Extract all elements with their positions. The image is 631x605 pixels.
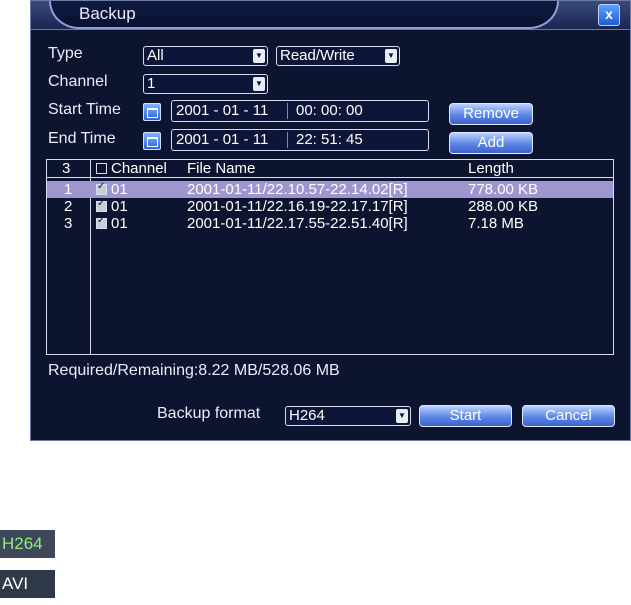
file-table: 3 Channel File Name Length 1 01 2001-01-…	[46, 159, 614, 355]
row-channel: 01	[111, 215, 128, 232]
row-file-name: 2001-01-11/22.16.19-22.17.17[R]	[187, 198, 408, 215]
required-remaining-text: Required/Remaining:8.22 MB/528.06 MB	[48, 362, 340, 379]
row-channel: 01	[111, 198, 128, 215]
start-date-value: 2001 - 01 - 11	[176, 102, 269, 119]
type-label: Type	[48, 45, 83, 62]
end-time-field[interactable]: 2001 - 01 - 11 22: 51: 45	[171, 129, 429, 151]
read-write-select[interactable]: Read/Write ▼	[276, 46, 400, 66]
end-date-value: 2001 - 01 - 11	[176, 131, 269, 148]
read-write-value: Read/Write	[280, 47, 355, 64]
chevron-down-icon: ▼	[253, 49, 265, 63]
chevron-down-icon: ▼	[396, 409, 408, 423]
row-length: 778.00 KB	[468, 181, 539, 198]
row-checkbox[interactable]	[96, 215, 107, 229]
close-button[interactable]: x	[598, 4, 620, 26]
table-row[interactable]: 1 01 2001-01-11/22.10.57-22.14.02[R] 778…	[47, 181, 613, 198]
start-button[interactable]: Start	[419, 405, 512, 427]
add-button[interactable]: Add	[449, 132, 533, 154]
format-option-h264[interactable]: H264	[0, 530, 55, 558]
chevron-down-icon: ▼	[385, 49, 397, 63]
backup-format-value: H264	[289, 407, 325, 424]
calendar-icon[interactable]	[143, 103, 161, 121]
start-time-value: 00: 00: 00	[296, 102, 363, 119]
start-time-label: Start Time	[48, 101, 121, 118]
channel-value: 1	[147, 75, 156, 92]
row-number: 2	[64, 198, 73, 215]
end-time-label: End Time	[48, 130, 116, 147]
file-name-header: File Name	[187, 160, 256, 177]
end-time-value: 22: 51: 45	[296, 131, 363, 148]
channel-header: Channel	[111, 160, 167, 177]
cancel-button[interactable]: Cancel	[522, 405, 615, 427]
channel-select[interactable]: 1 ▼	[143, 74, 268, 94]
chevron-down-icon: ▼	[253, 77, 265, 91]
row-length: 288.00 KB	[468, 198, 539, 215]
remove-button[interactable]: Remove	[449, 103, 533, 125]
row-channel: 01	[111, 181, 128, 198]
channel-label: Channel	[48, 73, 108, 90]
table-row[interactable]: 2 01 2001-01-11/22.16.19-22.17.17[R] 288…	[47, 198, 613, 215]
backup-dialog: Backup x Type All ▼ Read/Write ▼ Channel…	[30, 0, 631, 441]
backup-format-label: Backup format	[157, 405, 261, 422]
length-header: Length	[468, 160, 514, 177]
calendar-icon[interactable]	[143, 132, 161, 150]
title-bar: Backup x	[31, 1, 630, 30]
row-number: 1	[64, 181, 73, 198]
table-header: 3 Channel File Name Length	[47, 160, 613, 177]
table-row[interactable]: 3 01 2001-01-11/22.17.55-22.51.40[R] 7.1…	[47, 215, 613, 232]
row-checkbox[interactable]	[96, 198, 107, 212]
header-divider	[47, 177, 613, 178]
row-length: 7.18 MB	[468, 215, 524, 232]
divider	[287, 103, 288, 119]
backup-format-select[interactable]: H264 ▼	[285, 406, 411, 426]
row-number: 3	[64, 215, 73, 232]
row-checkbox[interactable]	[96, 181, 107, 195]
type-value: All	[147, 47, 164, 64]
close-icon: x	[605, 6, 613, 22]
dialog-title: Backup	[79, 4, 136, 23]
select-all-checkbox[interactable]	[96, 163, 107, 174]
row-file-name: 2001-01-11/22.10.57-22.14.02[R]	[187, 181, 408, 198]
format-option-avi[interactable]: AVI	[0, 570, 55, 598]
type-select[interactable]: All ▼	[143, 46, 268, 66]
file-count: 3	[62, 160, 71, 177]
row-file-name: 2001-01-11/22.17.55-22.51.40[R]	[187, 215, 408, 232]
divider	[287, 132, 288, 148]
start-time-field[interactable]: 2001 - 01 - 11 00: 00: 00	[171, 100, 429, 122]
